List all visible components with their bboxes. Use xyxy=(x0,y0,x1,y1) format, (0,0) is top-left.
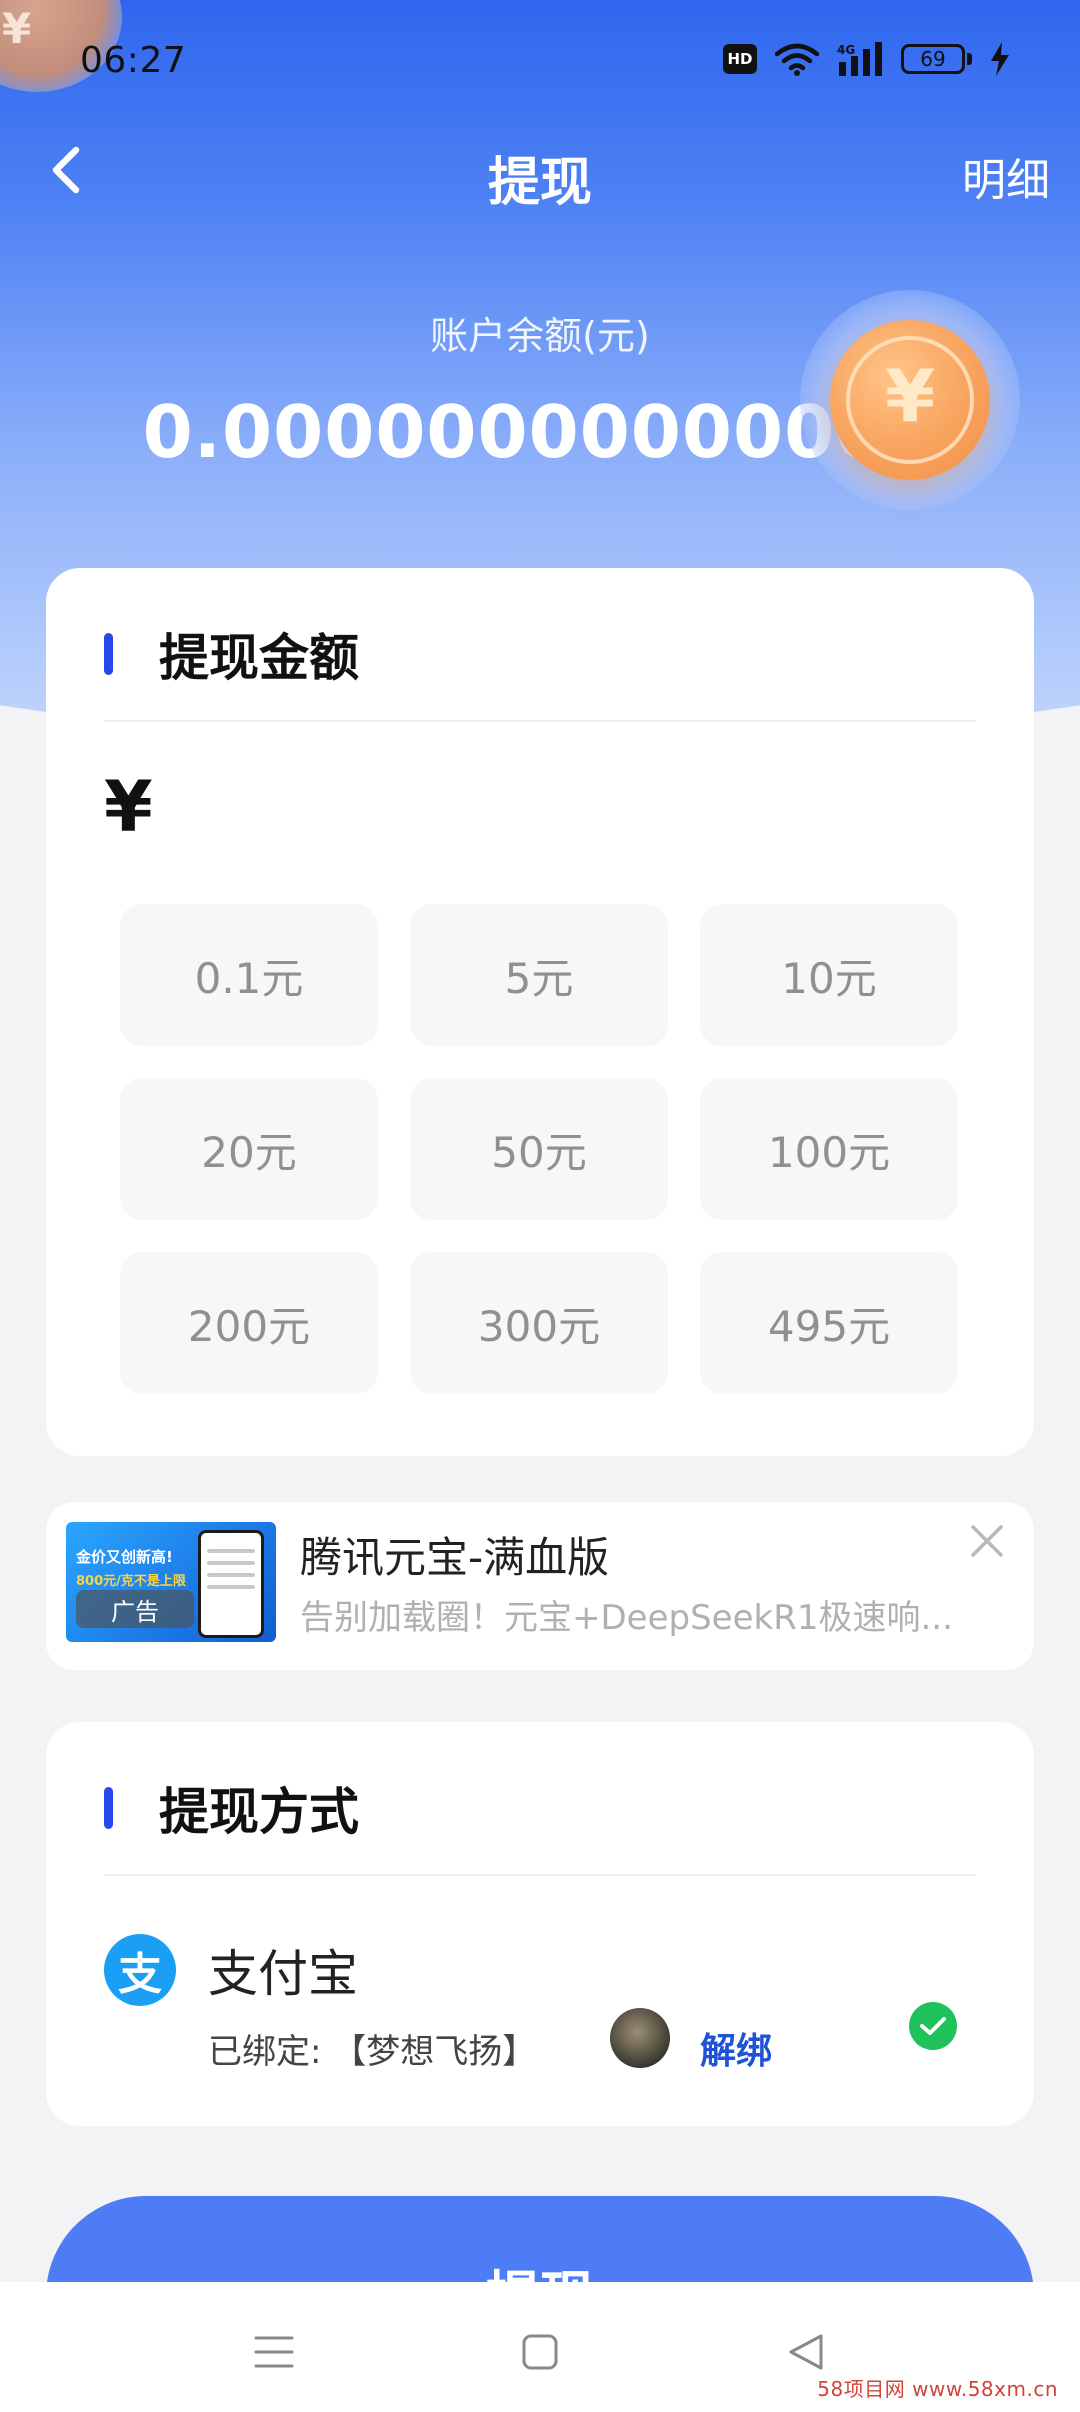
system-navigation-bar: 58项目网 www.58xm.cn xyxy=(0,2282,1080,2412)
section-accent-bar xyxy=(104,633,113,675)
amount-option[interactable]: 50元 xyxy=(410,1078,668,1220)
menu-icon xyxy=(254,2336,294,2368)
back-triangle-icon xyxy=(789,2334,823,2370)
status-bar: 06:27 HD 4G 69 xyxy=(0,0,1080,120)
home-key[interactable] xyxy=(510,2322,570,2382)
details-link[interactable]: 明细 xyxy=(962,144,1050,208)
section-title-amount: 提现金额 xyxy=(159,629,359,687)
charging-icon xyxy=(990,42,1010,76)
unbind-button[interactable]: 解绑 xyxy=(700,2022,772,2074)
withdraw-amount-card: 提现金额 ¥ 0.1元 5元 10元 20元 50元 100元 200元 300… xyxy=(46,568,1034,1456)
coin-face: ¥ xyxy=(830,320,990,480)
ad-banner[interactable]: 金价又创新高! 800元/克不是上限 广告 腾讯元宝-满血版 告别加载圈！元宝+… xyxy=(46,1502,1034,1670)
alipay-icon: 支 xyxy=(104,1934,176,2006)
section-header: 提现方式 xyxy=(104,1778,359,1841)
section-title-method: 提现方式 xyxy=(159,1783,359,1841)
payment-option-alipay[interactable]: 支 支付宝 已绑定: 【梦想飞扬】 解绑 xyxy=(104,1928,984,2098)
withdraw-method-card: 提现方式 支 支付宝 已绑定: 【梦想飞扬】 解绑 xyxy=(46,1722,1034,2126)
divider xyxy=(104,720,976,722)
amount-option[interactable]: 300元 xyxy=(410,1252,668,1394)
amount-option[interactable]: 20元 xyxy=(120,1078,378,1220)
currency-symbol: ¥ xyxy=(104,766,153,848)
coin-icon: ¥ xyxy=(800,290,1020,510)
ad-thumb-headline: 金价又创新高! xyxy=(76,1548,173,1566)
menu-key[interactable] xyxy=(244,2322,304,2382)
battery-tip xyxy=(967,53,972,65)
top-nav: 提现 明细 xyxy=(0,130,1080,213)
wifi-icon xyxy=(775,42,819,76)
network-type-label: 4G xyxy=(837,43,855,57)
ad-badge-label: 广告 xyxy=(111,1597,159,1626)
coin-yen: ¥ xyxy=(884,354,936,438)
ad-badge: 广告 xyxy=(76,1590,194,1628)
selected-check-icon xyxy=(909,2002,957,2050)
ad-description[interactable]: 告别加载圈！元宝+DeepSeekR1极速响... xyxy=(300,1590,1000,1639)
page-title: 提现 xyxy=(487,153,592,213)
amount-option[interactable]: 5元 xyxy=(410,904,668,1046)
amount-option[interactable]: 0.1元 xyxy=(120,904,378,1046)
avatar xyxy=(610,2008,670,2068)
ad-title[interactable]: 腾讯元宝-满血版 xyxy=(300,1524,609,1585)
withdraw-page: ¥ 06:27 HD 4G 69 提现 明细 账户余额(元) 0.0000000… xyxy=(0,0,1080,2412)
watermark: 58项目网 www.58xm.cn xyxy=(817,2377,1058,2401)
status-icons: HD 4G 69 xyxy=(723,42,1010,76)
ad-thumb-phone xyxy=(198,1530,264,1638)
section-header: 提现金额 xyxy=(104,624,359,687)
home-icon xyxy=(522,2334,558,2370)
battery-level: 69 xyxy=(901,44,965,74)
cell-signal-icon: 4G xyxy=(837,42,883,76)
ad-thumb-subline: 800元/克不是上限 xyxy=(76,1574,186,1589)
status-time: 06:27 xyxy=(80,40,187,81)
divider xyxy=(104,1874,976,1876)
amount-option[interactable]: 100元 xyxy=(700,1078,958,1220)
section-accent-bar xyxy=(104,1787,113,1829)
close-icon xyxy=(971,1525,1003,1557)
battery-icon: 69 xyxy=(901,44,972,74)
amount-option[interactable]: 495元 xyxy=(700,1252,958,1394)
bound-account-label: 已绑定: 【梦想飞扬】 xyxy=(208,2032,537,2072)
payment-provider-name: 支付宝 xyxy=(208,1945,358,2003)
amount-option[interactable]: 200元 xyxy=(120,1252,378,1394)
amount-option[interactable]: 10元 xyxy=(700,904,958,1046)
close-ad-button[interactable] xyxy=(962,1516,1012,1566)
hd-icon: HD xyxy=(723,44,757,74)
